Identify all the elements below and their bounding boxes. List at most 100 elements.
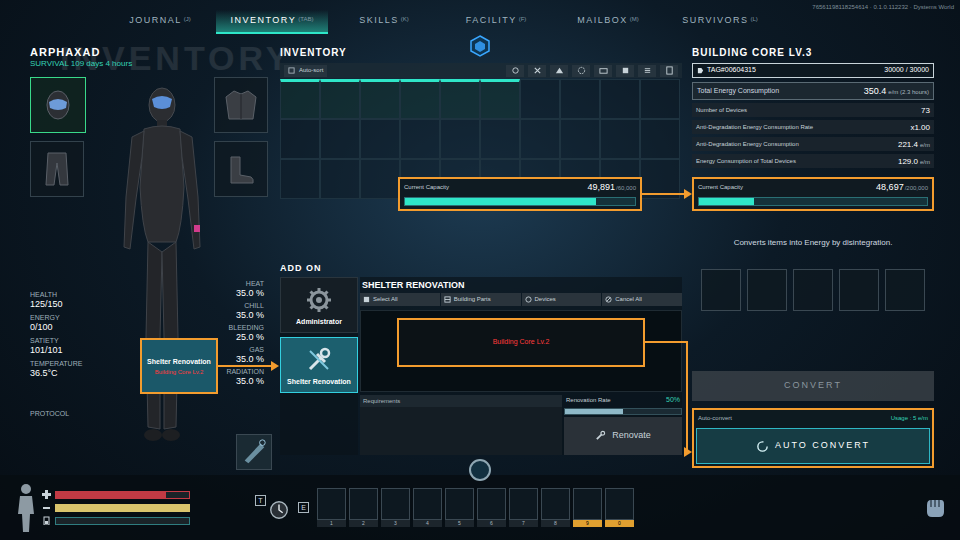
inventory-cell[interactable] — [520, 119, 560, 159]
capacity-value-group: 49,891/60,000 — [587, 182, 636, 192]
nav-tab[interactable]: FACILITY(F) — [440, 10, 552, 34]
equipment-slot[interactable] — [30, 77, 86, 133]
inventory-cell[interactable] — [480, 79, 520, 119]
hotbar-slot[interactable]: 8 — [541, 488, 570, 527]
category-filter-button[interactable] — [506, 65, 524, 77]
character-body: HEALTH125/150ENERGY0/100SATIETY101/101TE… — [30, 77, 272, 475]
renovation-filters: Select AllBuilding PartsDevicesCancel Al… — [360, 293, 682, 306]
tag-icon — [697, 67, 704, 74]
stat-label: ENERGY — [30, 313, 110, 322]
category-filters — [506, 65, 678, 77]
hotbar-slot[interactable]: 0 — [605, 488, 634, 527]
wrench-icon — [304, 345, 334, 375]
filter-button[interactable]: Cancel All — [602, 293, 682, 306]
hotbar-slot[interactable]: 4 — [413, 488, 442, 527]
inventory-cell[interactable] — [440, 79, 480, 119]
capacity-max: /200,000 — [905, 184, 928, 192]
inventory-cell[interactable] — [280, 159, 320, 199]
equipment-slot[interactable] — [30, 141, 84, 197]
inventory-cell[interactable] — [400, 79, 440, 119]
inventory-cell[interactable] — [640, 119, 680, 159]
filter-button[interactable]: Devices — [522, 293, 602, 306]
total-energy-value-group: 350.4e/m (2.3 hours) — [864, 86, 929, 96]
auto-sort-button[interactable]: Auto-sort — [284, 65, 327, 77]
resistance-label: BLEEDING — [229, 324, 264, 332]
category-filter-button[interactable] — [594, 65, 612, 77]
inventory-cell[interactable] — [600, 119, 640, 159]
nav-tab[interactable]: SURVIVORS(L) — [664, 10, 776, 34]
inventory-cell[interactable] — [400, 119, 440, 159]
inventory-cell[interactable] — [640, 79, 680, 119]
inventory-cell[interactable] — [320, 79, 360, 119]
hotbar-slot[interactable]: 2 — [349, 488, 378, 527]
inventory-cell[interactable] — [280, 119, 320, 159]
hotbar-slot[interactable]: 6 — [477, 488, 506, 527]
quick-item-slot[interactable] — [236, 434, 272, 470]
nav-tab[interactable]: INVENTORY(TAB) — [216, 10, 328, 34]
nav-tab[interactable]: MAILBOX(M) — [552, 10, 664, 34]
convert-slot[interactable] — [701, 269, 741, 311]
nav-tab[interactable]: SKILLS(K) — [328, 10, 440, 34]
vital-icons — [42, 490, 51, 525]
right-column: HEAT35.0 %CHILL35.0 %BLEEDING25.0 %GAS35… — [214, 77, 272, 475]
hotbar-slot[interactable]: 1 — [317, 488, 346, 527]
inventory-cell[interactable] — [320, 119, 360, 159]
category-filter-button[interactable] — [638, 65, 656, 77]
survival-time: SURVIVAL 109 days 4 hours — [30, 59, 272, 69]
hotbar-slot-box — [381, 488, 410, 520]
renovation-controls: Renovation Rate50%Renovate — [564, 395, 682, 455]
inventory-cell[interactable] — [360, 159, 400, 199]
category-icon — [533, 66, 542, 75]
filter-button[interactable]: Select All — [360, 293, 440, 306]
convert-slot[interactable] — [885, 269, 925, 311]
inventory-cell[interactable] — [360, 119, 400, 159]
convert-slot[interactable] — [793, 269, 833, 311]
hotbar: 1234567890 — [317, 488, 634, 527]
inventory-cell[interactable] — [320, 159, 360, 199]
devices-icon — [525, 296, 532, 303]
renovate-label: Renovate — [612, 429, 651, 443]
core-stat-value: x1.00 — [910, 123, 930, 132]
inventory-cell[interactable] — [520, 79, 560, 119]
add-on-title: ADD ON — [280, 261, 682, 275]
hotbar-number: 6 — [477, 520, 506, 527]
light-icon — [268, 499, 290, 521]
convert-button[interactable]: CONVERT — [692, 371, 934, 401]
key-hint[interactable]: E — [298, 502, 309, 513]
category-filter-button[interactable] — [616, 65, 634, 77]
inventory-cell[interactable] — [560, 119, 600, 159]
equipment-slot[interactable] — [214, 77, 268, 133]
jacket-icon — [221, 85, 261, 125]
hotbar-slot[interactable]: 3 — [381, 488, 410, 527]
inventory-cell[interactable] — [440, 119, 480, 159]
inventory-cell[interactable] — [280, 79, 320, 119]
inventory-cell[interactable] — [480, 119, 520, 159]
rate-track — [564, 408, 682, 415]
module-button[interactable]: Administrator — [280, 277, 358, 333]
module-button[interactable]: Shelter Renovation — [280, 337, 358, 393]
resistance-label: HEAT — [246, 280, 264, 288]
tab-key: (K) — [401, 15, 409, 24]
convert-slot[interactable] — [747, 269, 787, 311]
hotbar-slot[interactable]: 7 — [509, 488, 538, 527]
renovate-button[interactable]: Renovate — [564, 417, 682, 456]
core-stats: Number of Devices73Anti-Degradation Ener… — [692, 103, 934, 168]
convert-slot[interactable] — [839, 269, 879, 311]
category-filter-button[interactable] — [660, 65, 678, 77]
category-filter-button[interactable] — [528, 65, 546, 77]
resistance-row: HEAT35.0 % — [236, 280, 264, 298]
inventory-cell[interactable] — [560, 79, 600, 119]
nav-tab[interactable]: JOURNAL(J) — [104, 10, 216, 34]
hotbar-slot[interactable]: 5 — [445, 488, 474, 527]
auto-convert-button[interactable]: AUTO CONVERT — [696, 428, 930, 464]
category-filter-button[interactable] — [572, 65, 590, 77]
inventory-cell[interactable] — [640, 159, 680, 199]
inventory-cell[interactable] — [360, 79, 400, 119]
key-hint[interactable]: T — [255, 495, 290, 521]
equipment-slot[interactable] — [214, 141, 268, 197]
inventory-cell[interactable] — [600, 79, 640, 119]
filter-button[interactable]: Building Parts — [441, 293, 521, 306]
renovation-item[interactable]: Building Core Lv.2 — [397, 318, 645, 367]
hotbar-slot[interactable]: 9 — [573, 488, 602, 527]
category-filter-button[interactable] — [550, 65, 568, 77]
